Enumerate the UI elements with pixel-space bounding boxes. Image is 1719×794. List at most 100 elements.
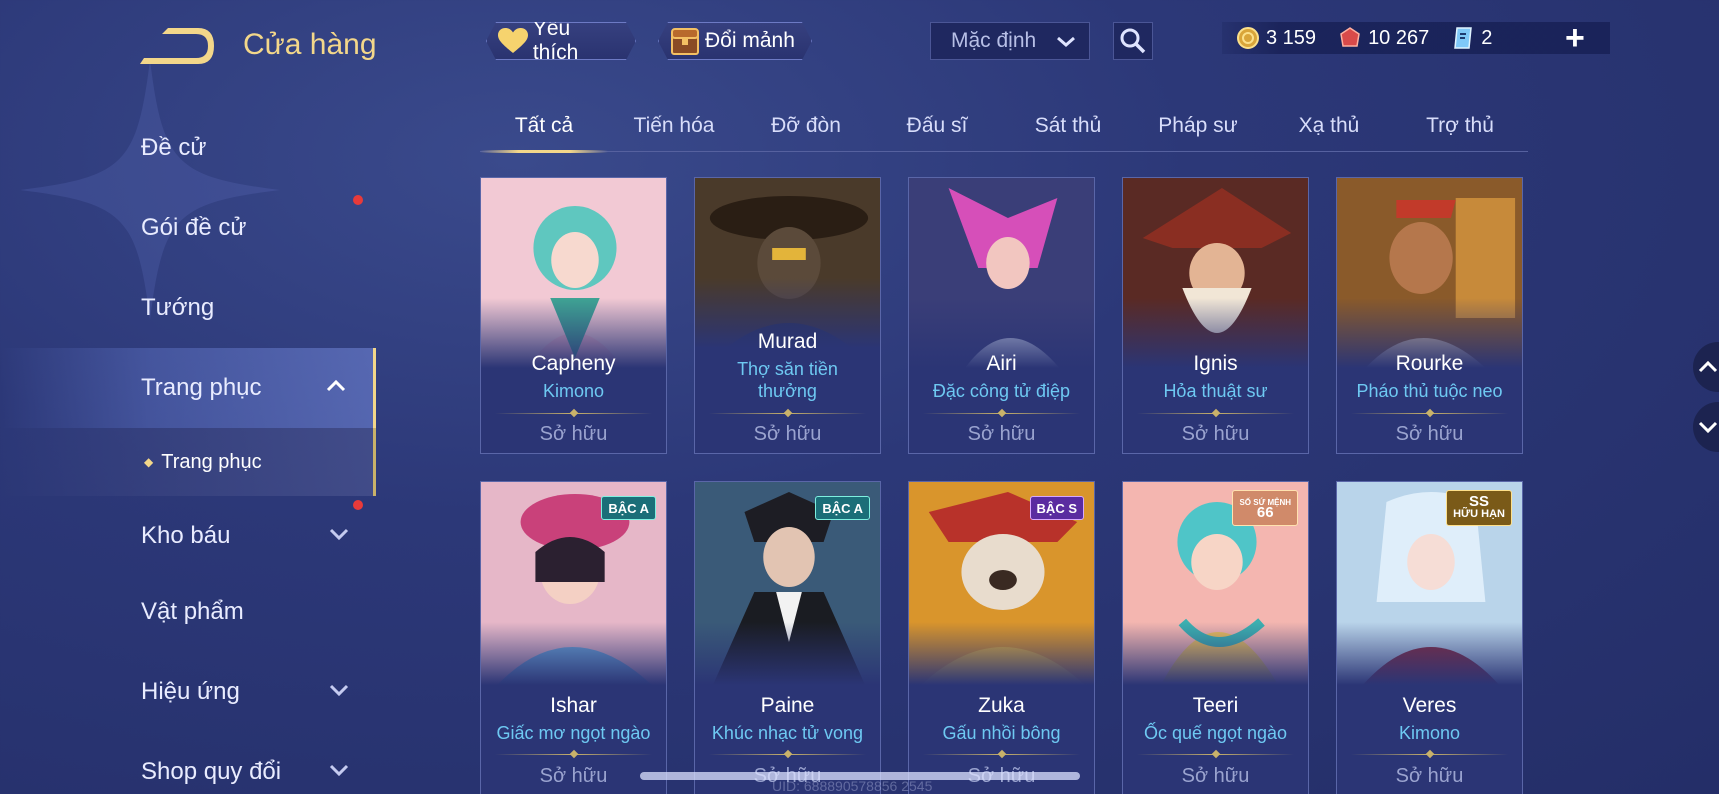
skin-name: Pháo thủ tuộc neo: [1356, 381, 1503, 401]
hero-name: Murad: [757, 330, 818, 353]
tab-assassin[interactable]: Sát thủ: [1035, 114, 1102, 138]
gold-amount: 3 159: [1266, 26, 1317, 49]
skin-card[interactable]: Ignis Hỏa thuật sư Sở hữu: [1122, 177, 1309, 454]
sidebar-item-skins[interactable]: Trang phục: [0, 348, 376, 428]
exchange-label: Đổi mảnh: [705, 29, 795, 52]
owned-status: Sở hữu: [1181, 423, 1250, 445]
tier-badge: BẬC S: [1029, 496, 1084, 520]
sort-dropdown[interactable]: Mặc định: [930, 22, 1090, 60]
quan-huy-amount: 10 267: [1368, 26, 1430, 49]
sort-value: Mặc định: [951, 29, 1037, 52]
chevron-down-icon: [1698, 421, 1718, 434]
hero-name: Rourke: [1395, 352, 1464, 375]
sidebar-item-heroes[interactable]: Tướng: [0, 268, 376, 348]
diamond-bullet-icon: ◆: [144, 455, 154, 469]
home-indicator-bar[interactable]: [640, 772, 1080, 780]
sidebar-item-recommended[interactable]: Đề cử: [0, 108, 376, 188]
skin-card[interactable]: SỐ SỨ MỆNH 66 Teeri Ốc quế ngọt ngào Sở h…: [1122, 481, 1309, 794]
exchange-fragments-button[interactable]: Đổi mảnh: [658, 22, 812, 60]
tab-tank[interactable]: Đỡ đòn: [771, 114, 841, 138]
skin-name: Hỏa thuật sư: [1163, 381, 1268, 401]
skin-card[interactable]: Murad Thợ săn tiền thưởng Sở hữu: [694, 177, 881, 454]
favorite-button[interactable]: Yêu thích: [486, 22, 636, 60]
skin-card[interactable]: Rourke Pháo thủ tuộc neo Sở hữu: [1336, 177, 1523, 454]
tab-all[interactable]: Tất cả: [515, 114, 573, 138]
owned-status: Sở hữu: [1395, 765, 1464, 787]
chevron-up-icon: [1698, 360, 1718, 373]
tier-badge: BẬC A: [815, 496, 870, 520]
currency-bar: 3 159 10 267 2: [1222, 22, 1610, 54]
chevron-down-icon: [329, 764, 349, 777]
heart-icon: [497, 26, 529, 56]
tab-evolution[interactable]: Tiến hóa: [634, 114, 715, 138]
skin-card[interactable]: Airi Đặc công tử điệp Sở hữu: [908, 177, 1095, 454]
tab-warrior[interactable]: Đấu sĩ: [907, 114, 968, 138]
sidebar-item-treasure[interactable]: Kho báu: [0, 496, 376, 576]
sidebar-subitem-label: Trang phục: [161, 450, 262, 473]
notification-dot: [353, 195, 363, 205]
skin-name: Ốc quế ngọt ngào: [1143, 723, 1288, 743]
tab-support[interactable]: Trợ thủ: [1426, 114, 1494, 138]
hero-name: Capheny: [531, 352, 616, 375]
owned-status: Sở hữu: [753, 423, 822, 445]
sidebar-item-items[interactable]: Vật phẩm: [0, 572, 376, 652]
sidebar-item-exchange-shop[interactable]: Shop quy đổi: [0, 732, 376, 794]
owned-status: Sở hữu: [1395, 423, 1464, 445]
owned-status: Sở hữu: [539, 423, 608, 445]
add-currency-button[interactable]: +: [1565, 21, 1585, 55]
sidebar-item-label: Vật phẩm: [141, 598, 244, 625]
favorite-label: Yêu thích: [532, 17, 579, 64]
scroll-down-button[interactable]: [1693, 402, 1719, 452]
owned-status: Sở hữu: [1181, 765, 1250, 787]
skin-name: Khúc nhạc tử vong: [711, 723, 864, 743]
tier-badge: SỐ SỨ MỆNH 66: [1232, 490, 1298, 526]
category-tabs: Tất cả Tiến hóa Đỡ đòn Đấu sĩ Sát thủ Ph…: [480, 108, 1528, 153]
uid-watermark: UID: 688890578856 2545: [772, 778, 933, 794]
treasure-chest-icon: [669, 26, 701, 56]
back-button[interactable]: [140, 22, 216, 68]
sidebar-item-label: Đề cử: [141, 134, 207, 161]
hero-name: Ishar: [550, 694, 597, 717]
quan-huy-currency: 10 267: [1338, 26, 1429, 50]
sidebar-item-label: Hiệu ứng: [141, 678, 240, 705]
skin-name: Đặc công tử điệp: [932, 381, 1071, 401]
back-arrow-icon: [140, 28, 214, 64]
skin-name: Kimono: [542, 381, 605, 401]
sidebar-item-recommended-packs[interactable]: Gói đề cử: [0, 188, 376, 268]
chevron-down-icon: [329, 684, 349, 697]
sidebar-item-label: Tướng: [141, 294, 215, 321]
scroll-up-button[interactable]: [1693, 342, 1719, 392]
skin-card[interactable]: SS HỮU HẠN Veres Kimono Sở hữu: [1336, 481, 1523, 794]
chevron-down-icon: [329, 528, 349, 541]
gold-coin-icon: [1237, 27, 1259, 49]
tab-marksman[interactable]: Xạ thủ: [1299, 114, 1360, 138]
skin-card[interactable]: Capheny Kimono Sở hữu: [480, 177, 667, 454]
gold-currency: 3 159: [1236, 26, 1316, 50]
sidebar-item-label: Trang phục: [141, 374, 262, 401]
red-gem-icon: [1340, 27, 1360, 47]
skin-name: Gấu nhồi bông: [942, 723, 1061, 743]
tier-badge: SS HỮU HẠN: [1446, 490, 1512, 526]
tab-mage[interactable]: Pháp sư: [1158, 114, 1237, 138]
sidebar-subitem-skins[interactable]: ◆ Trang phục: [0, 428, 376, 496]
skin-card[interactable]: BẬC A Ishar Giấc mơ ngọt ngào Sở hữu: [480, 481, 667, 794]
sidebar-item-label: Gói đề cử: [141, 214, 247, 241]
page-title: Cửa hàng: [243, 28, 377, 61]
owned-status: Sở hữu: [967, 423, 1036, 445]
skin-card[interactable]: BẬC S Zuka Gấu nhồi bông Sở hữu: [908, 481, 1095, 794]
skin-name: Giấc mơ ngọt ngào: [496, 723, 651, 743]
tier-badge: BẬC A: [601, 496, 656, 520]
search-button[interactable]: [1113, 22, 1153, 60]
sidebar-item-label: Shop quy đổi: [141, 758, 282, 785]
active-tab-indicator: [480, 150, 608, 153]
hero-name: Teeri: [1192, 694, 1239, 717]
notification-dot: [353, 500, 363, 510]
sidebar-item-effects[interactable]: Hiệu ứng: [0, 652, 376, 732]
hero-name: Zuka: [978, 694, 1025, 717]
skin-name: Thợ săn tiền thưởng: [737, 359, 838, 401]
hero-name: Ignis: [1193, 352, 1238, 375]
owned-status: Sở hữu: [539, 765, 608, 787]
coupon-amount: 2: [1481, 26, 1493, 49]
hero-name: Veres: [1402, 694, 1457, 717]
skin-card[interactable]: BẬC A Paine Khúc nhạc tử vong Sở hữu: [694, 481, 881, 794]
